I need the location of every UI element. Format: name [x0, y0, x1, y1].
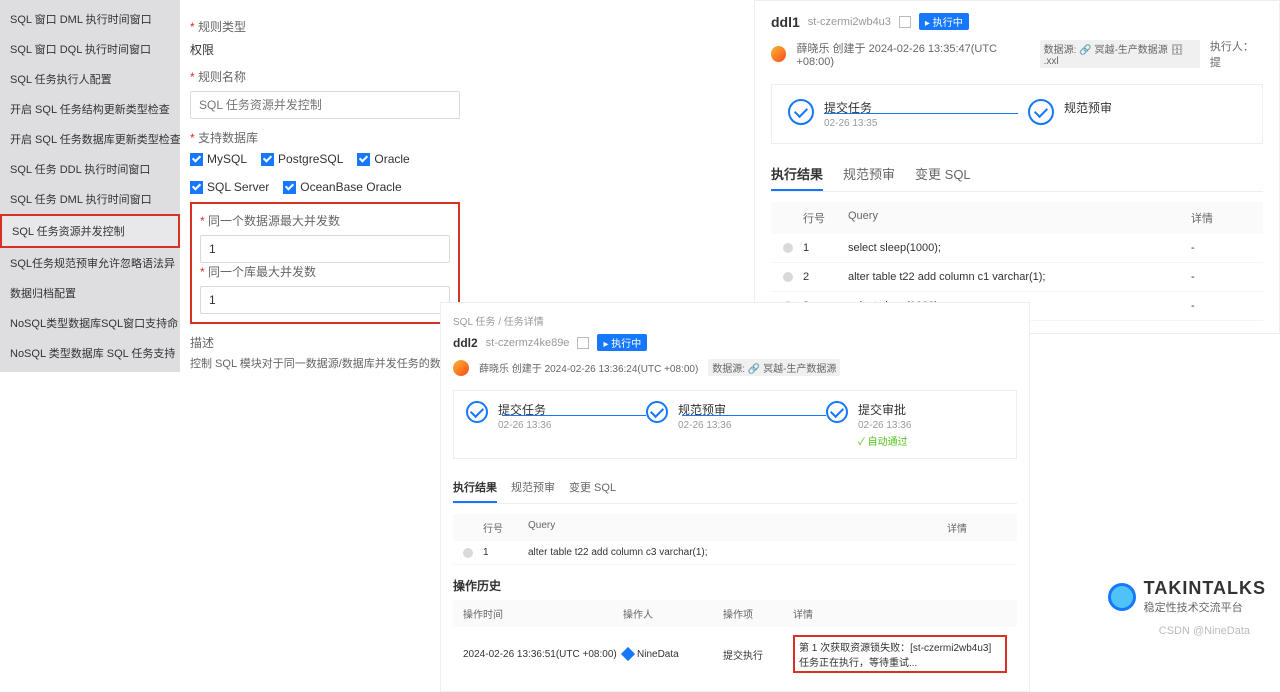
- status-dot-icon: [783, 272, 793, 282]
- check-circle-icon: [826, 401, 848, 423]
- history-title: 操作历史: [453, 577, 1017, 594]
- tab-sql[interactable]: 变更 SQL: [569, 473, 616, 503]
- desc-text: 控制 SQL 模块对于同一数据源/数据库并发任务的数量: [190, 355, 470, 371]
- field1-label: 同一个数据源最大并发数: [200, 212, 450, 229]
- th-query: Query: [848, 210, 1191, 226]
- status-dot-icon: [783, 243, 793, 253]
- th-detail: 详情: [1191, 210, 1251, 226]
- step-review: 规范预审: [1028, 99, 1228, 129]
- tab-result[interactable]: 执行结果: [453, 473, 497, 503]
- sidebar-item-active[interactable]: SQL 任务资源并发控制: [0, 214, 180, 248]
- field2-input[interactable]: [200, 286, 450, 314]
- task-name: ddl2: [453, 336, 478, 350]
- step-submit: 提交任务02-26 13:36: [466, 401, 616, 448]
- th-no: 行号: [803, 210, 848, 226]
- steps: 提交任务02-26 13:36 规范预审02-26 13:36 提交审批02-2…: [453, 390, 1017, 459]
- step-approve: 提交审批02-26 13:36✓ 自动通过: [826, 401, 976, 448]
- brand-logo-icon: [1108, 583, 1136, 611]
- db-checks: MySQL PostgreSQL Oracle SQL Server Ocean…: [190, 152, 470, 194]
- status-badge: ▸ 执行中: [597, 334, 647, 351]
- task-panel-ddl1: ddl1 st-czermi2wb4u3 ▸ 执行中 薛晓乐 创建于 2024-…: [754, 0, 1280, 334]
- history-head: 操作时间 操作人 操作项 详情: [453, 600, 1017, 627]
- brand-tagline: 稳定性技术交流平台: [1144, 599, 1266, 615]
- step-review: 规范预审02-26 13:36: [646, 401, 796, 448]
- checkbox-icon: [283, 181, 296, 194]
- checkbox-icon: [261, 153, 274, 166]
- tab-result[interactable]: 执行结果: [771, 158, 823, 191]
- check-circle-icon: [466, 401, 488, 423]
- history-detail-highlighted: 第 1 次获取资源锁失败：[st-czermi2wb4u3] 任务正在执行，等待…: [793, 635, 1007, 673]
- creator: 薛晓乐 创建于 2024-02-26 13:35:47(UTC +08:00): [796, 40, 1029, 68]
- sidebar-item[interactable]: NoSQL类型数据库SQL窗口支持命: [0, 308, 180, 338]
- check-sqlserver[interactable]: SQL Server: [190, 180, 269, 194]
- sidebar-item[interactable]: SQL 窗口 DQL 执行时间窗口: [0, 34, 180, 64]
- table-row: 2alter table t22 add column c1 varchar(1…: [771, 263, 1263, 292]
- brand: TAKINTALKS 稳定性技术交流平台: [1108, 578, 1266, 615]
- sidebar-item[interactable]: SQL任务规范预审允许忽略语法异: [0, 248, 180, 278]
- rule-type-label: 规则类型: [190, 18, 470, 35]
- sidebar-item[interactable]: SQL 任务 DDL 执行时间窗口: [0, 154, 180, 184]
- check-circle-icon: [1028, 99, 1054, 125]
- creator: 薛晓乐 创建于 2024-02-26 13:36:24(UTC +08:00): [479, 360, 698, 375]
- tab-review[interactable]: 规范预审: [511, 473, 555, 503]
- task-id: st-czermi2wb4u3: [808, 16, 891, 28]
- executor: 执行人：提: [1210, 38, 1263, 70]
- ds-tag: 数据源: 🔗 冥越-生产数据源 🗄 .xxl: [1040, 40, 1200, 68]
- table-head: 行号Query详情: [453, 514, 1017, 541]
- task-panel-ddl2: SQL 任务 / 任务详情 ddl2 st-czermz4ke89e ▸ 执行中…: [440, 302, 1030, 692]
- operator: NineData: [623, 649, 723, 660]
- table-head: 行号 Query 详情: [771, 202, 1263, 234]
- db-label: 支持数据库: [190, 129, 470, 146]
- tab-sql[interactable]: 变更 SQL: [915, 158, 971, 191]
- tabs: 执行结果 规范预审 变更 SQL: [453, 473, 1017, 504]
- table-row: 1alter table t22 add column c3 varchar(1…: [453, 541, 1017, 565]
- check-circle-icon: [788, 99, 814, 125]
- ninedata-icon: [621, 647, 635, 661]
- sidebar: SQL 窗口 DML 执行时间窗口 SQL 窗口 DQL 执行时间窗口 SQL …: [0, 0, 180, 372]
- copy-icon[interactable]: [899, 16, 911, 28]
- form-area: 规则类型 权限 规则名称 支持数据库 MySQL PostgreSQL Orac…: [190, 0, 470, 379]
- desc-label: 描述: [190, 334, 470, 351]
- sidebar-item[interactable]: SQL 任务 DML 执行时间窗口: [0, 184, 180, 214]
- task-name: ddl1: [771, 14, 800, 30]
- check-postgresql[interactable]: PostgreSQL: [261, 152, 343, 166]
- breadcrumb: SQL 任务 / 任务详情: [453, 313, 1017, 328]
- status-dot-icon: [463, 548, 473, 558]
- step-submit: 提交任务02-26 13:35: [788, 99, 988, 129]
- field2-label: 同一个库最大并发数: [200, 263, 450, 280]
- sidebar-item[interactable]: NoSQL 类型数据库 SQL 任务支持: [0, 338, 180, 368]
- checkbox-icon: [190, 153, 203, 166]
- ds-tag: 数据源: 🔗 冥越-生产数据源: [708, 359, 840, 376]
- copy-icon[interactable]: [577, 337, 589, 349]
- check-oracle[interactable]: Oracle: [357, 152, 409, 166]
- sidebar-item[interactable]: 数据归档配置: [0, 278, 180, 308]
- history-row: 2024-02-26 13:36:51(UTC +08:00) NineData…: [453, 627, 1017, 681]
- rule-name-label: 规则名称: [190, 68, 470, 85]
- brand-name: TAKINTALKS: [1144, 578, 1266, 599]
- checkbox-icon: [190, 181, 203, 194]
- status-badge: ▸ 执行中: [919, 13, 969, 30]
- highlighted-fields: 同一个数据源最大并发数 同一个库最大并发数: [190, 202, 460, 324]
- task-id: st-czermz4ke89e: [486, 337, 570, 349]
- watermark: CSDN @NineData: [1159, 625, 1250, 637]
- avatar: [771, 46, 786, 62]
- sidebar-item[interactable]: 开启 SQL 任务结构更新类型检查: [0, 94, 180, 124]
- checkbox-icon: [357, 153, 370, 166]
- rule-type-value: 权限: [190, 41, 470, 58]
- tabs: 执行结果 规范预审 变更 SQL: [771, 158, 1263, 192]
- check-mysql[interactable]: MySQL: [190, 152, 247, 166]
- avatar: [453, 360, 469, 376]
- table-row: 1select sleep(1000);-: [771, 234, 1263, 263]
- steps: 提交任务02-26 13:35 规范预审: [771, 84, 1263, 144]
- sidebar-item[interactable]: SQL 任务执行人配置: [0, 64, 180, 94]
- rule-name-input[interactable]: [190, 91, 460, 119]
- sidebar-item[interactable]: SQL 窗口 DML 执行时间窗口: [0, 4, 180, 34]
- check-circle-icon: [646, 401, 668, 423]
- tab-review[interactable]: 规范预审: [843, 158, 895, 191]
- check-oceanbase[interactable]: OceanBase Oracle: [283, 180, 401, 194]
- sidebar-item[interactable]: 开启 SQL 任务数据库更新类型检查: [0, 124, 180, 154]
- field1-input[interactable]: [200, 235, 450, 263]
